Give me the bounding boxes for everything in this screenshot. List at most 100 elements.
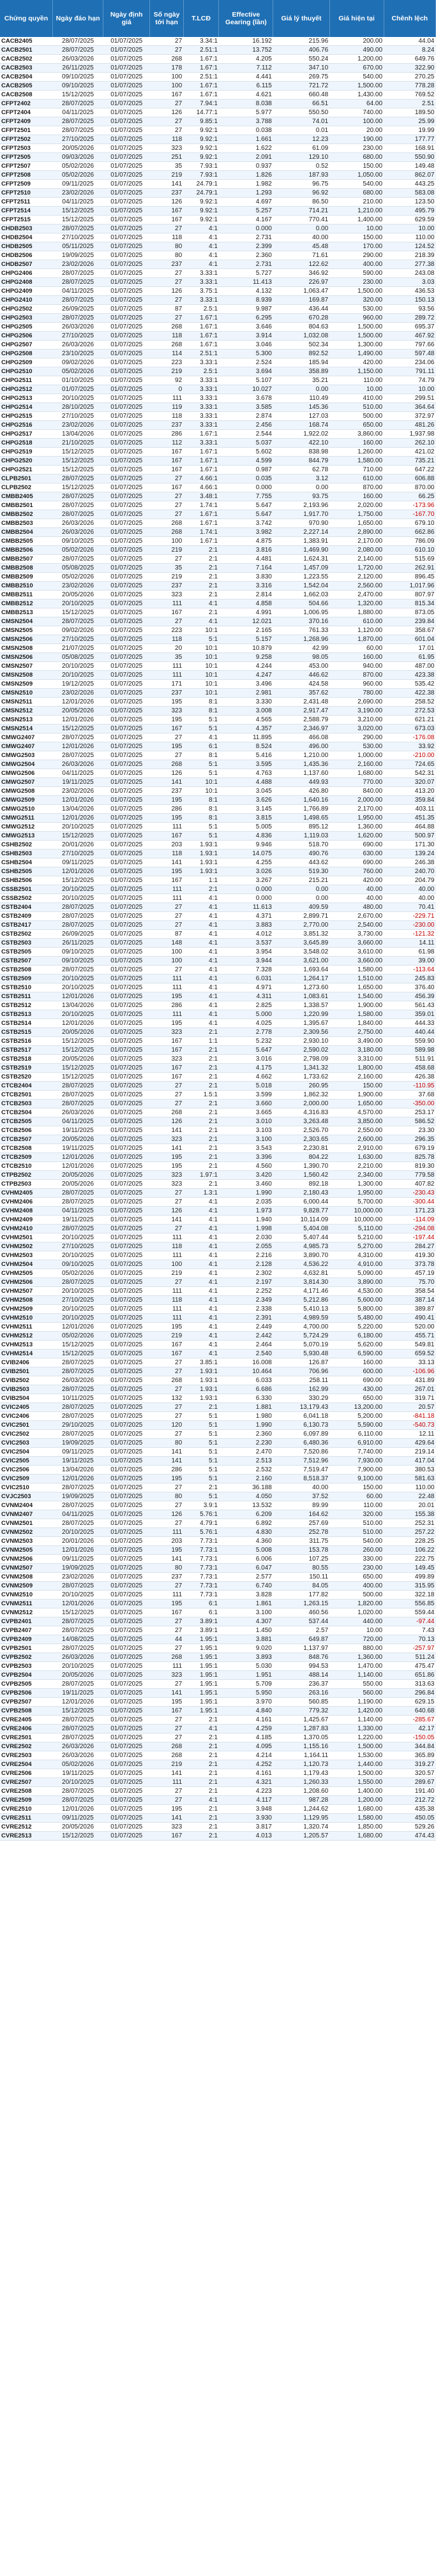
cell-conversion-ratio: 4:1 xyxy=(183,894,219,903)
cell-current-price: 2,170.00 xyxy=(329,536,384,546)
cell-difference: 171.23 xyxy=(384,1206,436,1216)
table-row: CFPT2507 05/02/2026 01/07/2025 35 7.93:1 0.93… xyxy=(0,161,436,171)
cell-valuation-date: 01/07/2025 xyxy=(103,358,150,367)
cell-warrant: CHDB2503 xyxy=(0,224,53,233)
cell-conversion-ratio: 1.95:1 xyxy=(183,1661,219,1671)
cell-current-price: 710.00 xyxy=(329,465,384,475)
cell-effective-gearing: 5.727 xyxy=(218,269,273,278)
cell-expiry-date: 28/07/2025 xyxy=(52,269,103,278)
cell-valuation-date: 01/07/2025 xyxy=(103,545,150,555)
cell-valuation-date: 01/07/2025 xyxy=(103,1126,150,1135)
cell-expiry-date: 12/01/2026 xyxy=(52,1599,103,1608)
cell-days-to-expiry: 27 xyxy=(149,911,184,921)
cell-effective-gearing: 3.944 xyxy=(218,956,273,966)
cell-current-price: 2,000.00 xyxy=(329,795,384,805)
cell-current-price: 10,000.00 xyxy=(329,1206,384,1216)
cell-conversion-ratio: 2:1 xyxy=(183,1072,219,1082)
cell-conversion-ratio: 2.51:1 xyxy=(183,72,219,82)
cell-theoretical-price: 1,917.70 xyxy=(273,510,330,519)
cell-warrant: CMSN2508 xyxy=(0,670,53,680)
cell-conversion-ratio: 2.51:1 xyxy=(183,349,219,358)
cell-current-price: 5,110.00 xyxy=(329,1224,384,1233)
cell-warrant: CFPT2514 xyxy=(0,206,53,216)
cell-days-to-expiry: 141 xyxy=(149,777,184,787)
cell-current-price: 160.00 xyxy=(329,1358,384,1367)
cell-difference: 23.30 xyxy=(384,1126,436,1135)
cell-valuation-date: 01/07/2025 xyxy=(103,1331,150,1341)
cell-conversion-ratio: 5:1 xyxy=(183,1420,219,1430)
cell-effective-gearing: 5.018 xyxy=(218,1081,273,1091)
cell-effective-gearing: 0.000 xyxy=(218,224,273,233)
cell-days-to-expiry: 100 xyxy=(149,536,184,546)
cell-difference: 320.07 xyxy=(384,777,436,787)
cell-conversion-ratio: 1.67:1 xyxy=(183,340,219,350)
cell-effective-gearing: 4.357 xyxy=(218,724,273,733)
cell-effective-gearing: 2.540 xyxy=(218,1349,273,1358)
cell-days-to-expiry: 80 xyxy=(149,1563,184,1573)
cell-expiry-date: 19/11/2025 xyxy=(52,1215,103,1225)
cell-days-to-expiry: 27 xyxy=(149,1411,184,1421)
cell-conversion-ratio: 9.92:1 xyxy=(183,126,219,135)
cell-theoretical-price: 40.00 xyxy=(273,1483,330,1492)
table-row: CVIC2501 29/10/2025 01/07/2025 120 5:1 1.990 6… xyxy=(0,1420,436,1430)
cell-theoretical-price: 804.63 xyxy=(273,322,330,332)
cell-valuation-date: 01/07/2025 xyxy=(103,1688,150,1698)
cell-warrant: CVRE2405 xyxy=(0,1715,53,1725)
table-row: CSTB2404 28/07/2025 01/07/2025 27 4:1 11.613 4… xyxy=(0,902,436,912)
cell-difference: 423.38 xyxy=(384,670,436,680)
cell-difference: 61.95 xyxy=(384,652,436,662)
table-row: CHPG2513 20/10/2025 01/07/2025 111 3.33:1 3.6… xyxy=(0,394,436,403)
cell-conversion-ratio: 1.93:1 xyxy=(183,1385,219,1394)
cell-effective-gearing: 2.165 xyxy=(218,626,273,635)
cell-current-price: 10.00 xyxy=(329,1626,384,1635)
cell-expiry-date: 28/07/2025 xyxy=(52,751,103,760)
cell-days-to-expiry: 92 xyxy=(149,376,184,385)
cell-difference: 436.53 xyxy=(384,286,436,296)
cell-warrant: CVHM2513 xyxy=(0,1340,53,1350)
cell-current-price: 190.00 xyxy=(329,135,384,144)
cell-theoretical-price: 560.85 xyxy=(273,1697,330,1707)
cell-theoretical-price: 892.18 xyxy=(273,1179,330,1189)
cell-theoretical-price: 252.78 xyxy=(273,1527,330,1537)
cell-days-to-expiry: 120 xyxy=(149,1420,184,1430)
cell-theoretical-price: 1,260.33 xyxy=(273,1777,330,1787)
cell-conversion-ratio: 1.95:1 xyxy=(183,1670,219,1680)
cell-theoretical-price: 1,119.03 xyxy=(273,831,330,841)
cell-conversion-ratio: 5:1 xyxy=(183,1438,219,1448)
cell-theoretical-price: 504.66 xyxy=(273,599,330,608)
cell-warrant: CHPG2511 xyxy=(0,376,53,385)
cell-difference: 313.63 xyxy=(384,1679,436,1689)
cell-theoretical-price: 45.48 xyxy=(273,242,330,251)
cell-effective-gearing: 2.464 xyxy=(218,1340,273,1350)
cell-current-price: 2,550.00 xyxy=(329,1126,384,1135)
cell-effective-gearing: 11.413 xyxy=(218,277,273,287)
cell-valuation-date: 01/07/2025 xyxy=(103,1144,150,1153)
cell-valuation-date: 01/07/2025 xyxy=(103,492,150,501)
cell-effective-gearing: 3.537 xyxy=(218,938,273,948)
warrant-table: Chứng quyền Ngày đáo hạn Ngày định giá S… xyxy=(0,0,436,1841)
cell-valuation-date: 01/07/2025 xyxy=(103,536,150,546)
cell-current-price: 610.00 xyxy=(329,474,384,483)
table-row: CACB2503 26/11/2025 01/07/2025 178 1.67:1 7.1… xyxy=(0,63,436,73)
cell-days-to-expiry: 219 xyxy=(149,170,184,180)
cell-valuation-date: 01/07/2025 xyxy=(103,117,150,126)
cell-current-price: 880.00 xyxy=(329,1644,384,1653)
cell-effective-gearing: 3.970 xyxy=(218,1697,273,1707)
cell-expiry-date: 15/12/2025 xyxy=(52,876,103,885)
cell-current-price: 1,950.00 xyxy=(329,813,384,823)
table-row: CVHM2511 12/01/2026 01/07/2025 195 4:1 2.449 4… xyxy=(0,1322,436,1332)
table-row: CVIB2504 10/11/2025 01/07/2025 132 1.93:1 6.3… xyxy=(0,1394,436,1403)
cell-conversion-ratio: 1.67:1 xyxy=(183,63,219,73)
table-row: CVPB2501 28/07/2025 01/07/2025 27 1.95:1 9.02… xyxy=(0,1644,436,1653)
cell-days-to-expiry: 167 xyxy=(149,608,184,617)
cell-effective-gearing: 3.665 xyxy=(218,1108,273,1117)
cell-theoretical-price: 0.00 xyxy=(273,385,330,394)
cell-valuation-date: 01/07/2025 xyxy=(103,1197,150,1207)
cell-difference: 475.47 xyxy=(384,1661,436,1671)
cell-conversion-ratio: 4.66:1 xyxy=(183,483,219,492)
cell-warrant: CVIB2503 xyxy=(0,1385,53,1394)
cell-expiry-date: 26/03/2026 xyxy=(52,54,103,64)
cell-expiry-date: 21/10/2025 xyxy=(52,438,103,448)
table-row: CHPG2503 28/07/2025 01/07/2025 27 1.67:1 6.29… xyxy=(0,313,436,323)
cell-effective-gearing: 1.990 xyxy=(218,1188,273,1198)
